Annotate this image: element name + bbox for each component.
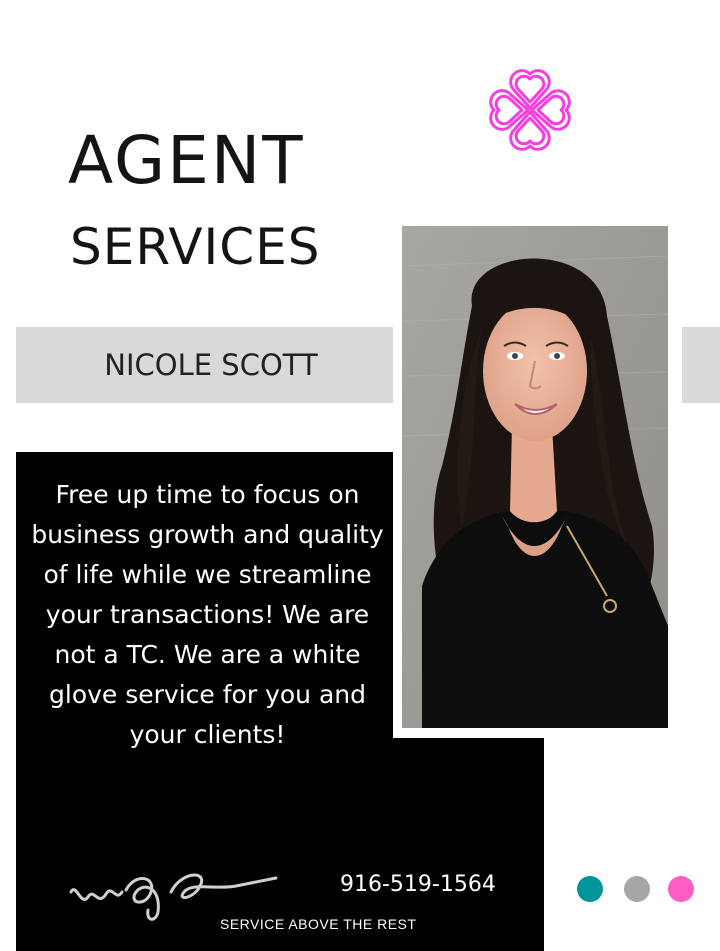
teal-dot	[577, 876, 603, 902]
promo-tagline: Free up time to focus on business growth…	[31, 480, 384, 749]
slogan: SERVICE ABOVE THE REST	[220, 916, 417, 932]
name-banner: NICOLE SCOTT	[16, 327, 394, 403]
page-title-services: SERVICES	[70, 218, 321, 276]
name-banner-accent	[682, 327, 720, 403]
brand-knot-logo-icon	[489, 69, 571, 151]
wge-signature-logo-icon: wge	[69, 873, 278, 921]
agent-name: NICOLE SCOTT	[104, 348, 318, 382]
page-title-agent: AGENT	[68, 122, 305, 199]
phone-number: 916-519-1564	[340, 872, 496, 897]
gray-dot	[624, 876, 650, 902]
agent-portrait-photo	[402, 226, 668, 728]
portrait-illustration	[402, 226, 668, 728]
pink-dot	[668, 876, 694, 902]
